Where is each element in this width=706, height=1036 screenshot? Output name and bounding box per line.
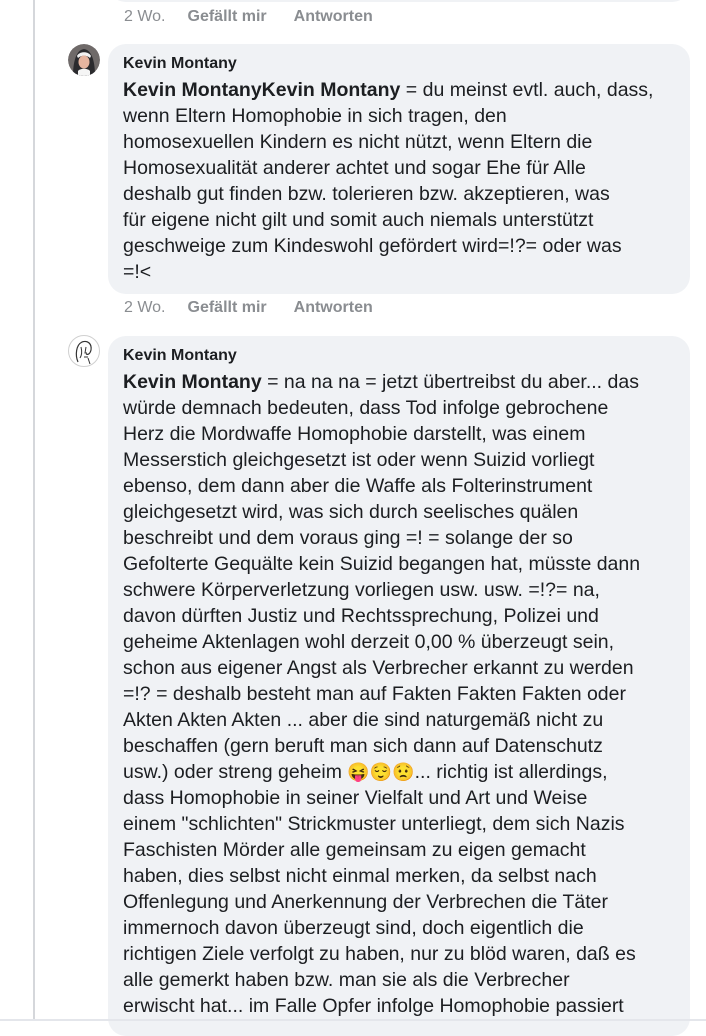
comment-body-part-1: = na na na = jetzt übertreibst du aber..… <box>123 371 641 783</box>
comment-bubble: Kevin Montany Kevin Montany = na na na =… <box>108 336 690 1036</box>
nun-avatar-icon <box>68 44 100 76</box>
reply-button[interactable]: Antworten <box>294 299 373 317</box>
avatar[interactable] <box>68 335 100 367</box>
emoji-group-icon: 😝😌😟 <box>347 762 415 782</box>
comment-actions: 2 Wo. Gefällt mir Antworten <box>124 7 400 27</box>
previous-comment-bubble <box>108 0 690 2</box>
comment-timestamp[interactable]: 2 Wo. <box>124 299 166 317</box>
comment-author[interactable]: Kevin Montany <box>123 54 678 74</box>
comment-text: Kevin Montany = na na na = jetzt übertre… <box>123 369 678 1019</box>
like-button[interactable]: Gefällt mir <box>188 299 267 317</box>
mention-link[interactable]: Kevin MontanyKevin Montany <box>123 79 400 101</box>
comment-body-part-2: ... richtig ist allerdings, dass Homopho… <box>123 761 636 1017</box>
comment-bubble: Kevin Montany Kevin MontanyKevin Montany… <box>108 44 690 294</box>
comment-author[interactable]: Kevin Montany <box>123 346 678 366</box>
reply-button[interactable]: Antworten <box>294 8 373 26</box>
comment-actions: 2 Wo. Gefällt mir Antworten <box>124 298 400 318</box>
comment-timestamp[interactable]: 2 Wo. <box>124 8 166 26</box>
comment-text: Kevin MontanyKevin Montany = du meinst e… <box>123 77 678 285</box>
avatar[interactable] <box>68 44 100 76</box>
thread-line <box>33 0 35 1020</box>
like-button[interactable]: Gefällt mir <box>188 8 267 26</box>
mention-link[interactable]: Kevin Montany <box>123 371 262 393</box>
bottom-divider <box>0 1019 706 1021</box>
comment-body: = du meinst evtl. auch, dass, wenn Elter… <box>123 79 654 283</box>
sketch-face-avatar-icon <box>75 340 92 365</box>
